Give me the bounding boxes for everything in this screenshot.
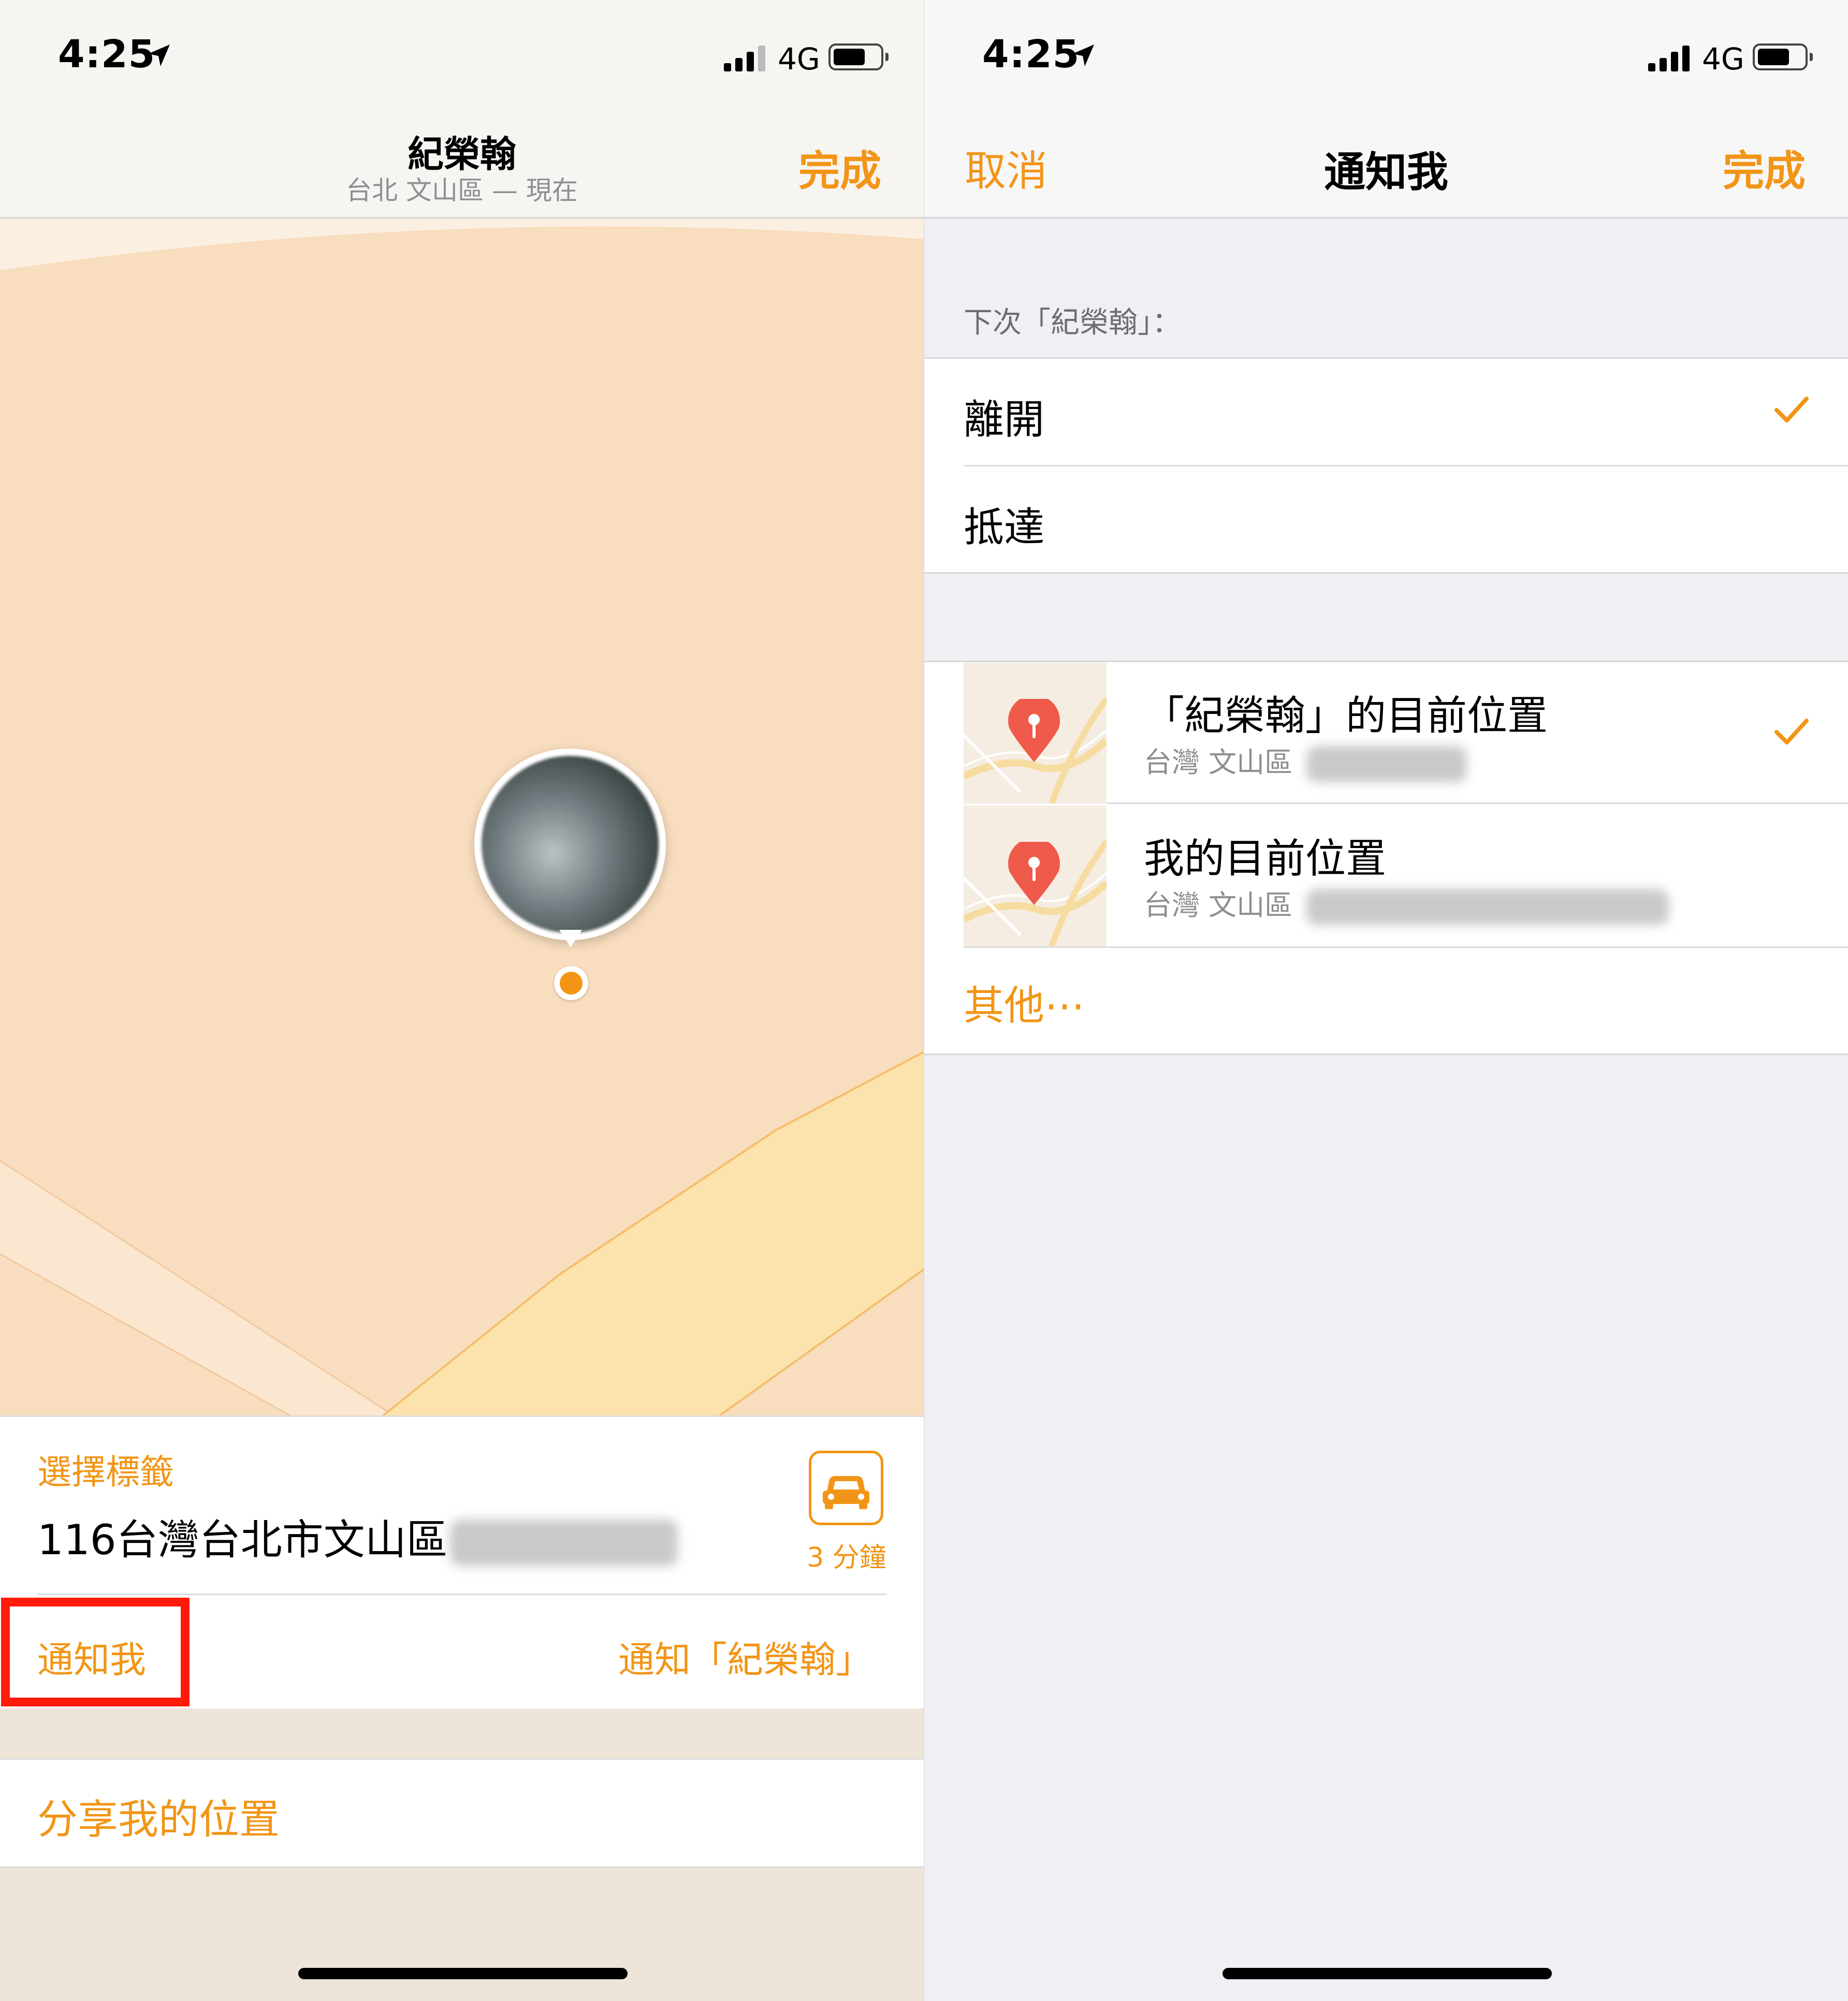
battery-icon xyxy=(1753,43,1813,70)
notify-friend-button[interactable]: 通知「紀榮翰」 xyxy=(618,1631,872,1683)
card-divider xyxy=(37,1594,886,1595)
map-view[interactable] xyxy=(0,218,924,1415)
address-redacted xyxy=(1306,889,1669,926)
eta-text: 3 分鐘 xyxy=(807,1542,886,1573)
battery-icon xyxy=(828,43,889,70)
cellular-signal-icon xyxy=(1648,46,1691,71)
option-row-arrive[interactable] xyxy=(924,466,1848,572)
map-roads xyxy=(0,218,924,1415)
friend-avatar xyxy=(482,756,659,933)
address-visible: 116台灣台北市文山區 xyxy=(37,1516,448,1564)
address-redacted xyxy=(1306,746,1467,783)
friend-location-title: 「紀榮翰」的目前位置 xyxy=(1144,693,1548,739)
left-screen: 4:25 4G 紀榮翰 台北 文山區 — 現在 完成 選擇標籤 116台灣台北市… xyxy=(0,0,924,2001)
my-location-title: 我的目前位置 xyxy=(1144,836,1387,882)
home-indicator[interactable] xyxy=(298,1968,628,1979)
location-dot xyxy=(554,966,588,1000)
friend-location-pin[interactable] xyxy=(474,749,666,947)
cellular-signal-icon xyxy=(724,46,766,71)
friend-location-subtitle: 台灣 文山區 xyxy=(1144,739,1467,783)
choose-label-link[interactable]: 選擇標籤 xyxy=(37,1444,174,1494)
address-redacted xyxy=(449,1520,678,1567)
row-divider xyxy=(1107,802,1848,804)
nav-bar: 取消 通知我 完成 xyxy=(924,109,1848,218)
status-time: 4:25 xyxy=(58,32,156,77)
my-location-area: 台灣 文山區 xyxy=(1144,889,1293,922)
share-location-button[interactable]: 分享我的位置 xyxy=(37,1787,280,1845)
directions-button[interactable] xyxy=(809,1451,883,1525)
home-indicator[interactable] xyxy=(1223,1968,1552,1979)
other-location-button[interactable]: 其他⋯ xyxy=(964,973,1085,1031)
nav-title: 通知我 xyxy=(1324,148,1448,196)
my-location-subtitle: 台灣 文山區 xyxy=(1144,882,1669,926)
checkmark-icon xyxy=(1774,719,1809,744)
status-bar: 4:25 4G xyxy=(0,0,924,109)
friend-location-area: 台灣 文山區 xyxy=(1144,746,1293,779)
nav-subtitle: 台北 文山區 — 現在 xyxy=(346,176,578,206)
network-type: 4G xyxy=(1702,41,1744,77)
row-divider xyxy=(964,946,1848,948)
done-button[interactable]: 完成 xyxy=(1723,138,1806,198)
checkmark-icon xyxy=(1774,397,1809,422)
option-arrive-label: 抵達 xyxy=(964,504,1045,551)
status-time: 4:25 xyxy=(982,32,1080,77)
network-type: 4G xyxy=(778,41,820,77)
option-leave-label: 離開 xyxy=(964,397,1045,443)
highlight-box xyxy=(1,1598,190,1706)
location-arrow-icon xyxy=(148,45,170,66)
status-bar: 4:25 4G xyxy=(924,0,1848,109)
done-button[interactable]: 完成 xyxy=(798,138,881,198)
address-text: 116台灣台北市文山區 xyxy=(37,1507,678,1567)
option-row-leave[interactable] xyxy=(924,359,1848,465)
right-screen: 4:25 4G 取消 通知我 完成 下次「紀榮翰」： 離開 抵達 「紀榮翰」的目… xyxy=(924,0,1848,2001)
section-header: 下次「紀榮翰」： xyxy=(964,306,1181,340)
location-arrow-icon xyxy=(1072,45,1094,66)
car-icon xyxy=(823,1476,869,1509)
nav-bar: 紀榮翰 台北 文山區 — 現在 完成 xyxy=(0,109,924,218)
